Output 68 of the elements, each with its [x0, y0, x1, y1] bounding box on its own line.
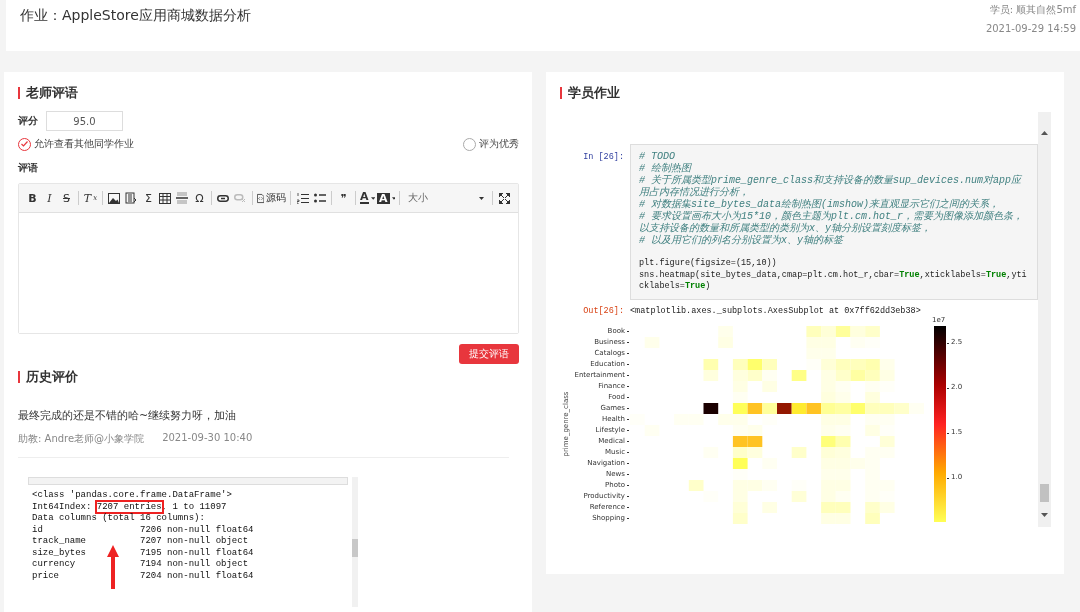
comment-label: 评语	[18, 161, 39, 175]
section-heading: 老师评语	[26, 84, 78, 102]
source-label: 源码	[266, 191, 287, 205]
code-comment: # 绘制热图	[639, 163, 693, 174]
caret-icon	[391, 196, 396, 200]
output-line: Data columns (total 16 columns):	[32, 513, 205, 525]
italic-button[interactable]: I	[42, 189, 57, 207]
background-color-button[interactable]: A	[377, 189, 396, 207]
code-comment: # 以及用它们的列名分别设置为x、y轴的标签	[639, 235, 845, 247]
allow-view-label: 允许查看其他同学作业	[34, 137, 134, 151]
media-icon[interactable]	[125, 192, 138, 204]
link-icon[interactable]	[217, 194, 230, 202]
output-line: track_name 7207 non-null object	[32, 536, 249, 548]
symbol-button[interactable]: ❞	[336, 189, 352, 207]
text-color-button[interactable]: A	[360, 189, 375, 207]
code-line: plt.figure(figsize=(15,10))	[639, 258, 778, 270]
section-heading: 学员作业	[568, 84, 620, 102]
excellent-label: 评为优秀	[479, 137, 519, 151]
source-button[interactable]: 源码	[256, 189, 287, 207]
assignment-title: 作业：AppleStore应用商城数据分析	[20, 7, 251, 25]
image-icon[interactable]	[108, 192, 121, 204]
code-cell[interactable]	[630, 144, 1038, 300]
output-line: <class 'pandas.core.frame.DataFrame'>	[32, 490, 232, 502]
size-select[interactable]: 大小	[404, 189, 489, 207]
output-line: id 7206 non-null float64	[32, 524, 254, 536]
submit-date: 2021-09-29 14:59	[985, 23, 1076, 34]
arrow-drawing	[107, 545, 119, 589]
output-text: <matplotlib.axes._subplots.AxesSubplot at 0x7ff62dd3eb38>	[630, 305, 921, 316]
scrollbar-thumb[interactable]	[1040, 484, 1049, 502]
code-comment: # 要求设置画布大小为15*10，颜色主题为plt.cm.hot_r，需要为图像添加颜色条，以支持设备的数量和所属类型的类别为x、y轴分别设置刻度标签，	[639, 211, 1025, 234]
symbol-button[interactable]: Ω	[191, 189, 207, 207]
scrollbar[interactable]	[352, 477, 358, 607]
section-heading: 历史评价	[26, 368, 78, 386]
heading-marker	[18, 371, 20, 383]
code-comment: # TODO	[639, 151, 676, 163]
heading-marker	[18, 87, 20, 99]
fullscreen-icon[interactable]	[499, 192, 511, 204]
input-prompt: In [26]:	[582, 151, 624, 164]
strikethrough-button[interactable]: S	[59, 189, 74, 207]
scrollbar-thumb[interactable]	[352, 539, 358, 557]
score-field[interactable]: 95.0	[46, 111, 123, 131]
output-line: price 7204 non-null float64	[32, 570, 254, 582]
student-name: 学员: 顺其自然5mf	[989, 3, 1076, 17]
ordered-list-icon[interactable]	[296, 192, 309, 204]
score-label: 评分	[18, 114, 38, 128]
bullet-list-icon[interactable]	[313, 193, 326, 203]
output-line: size_bytes 7195 non-null float64	[32, 547, 254, 559]
review-date: 2021-09-30 10:40	[162, 432, 253, 445]
submit-button[interactable]: 提交评语	[459, 344, 519, 364]
code-comment: # 关于所属类型prime_genre_class和支持设备的数量sup_devices.num对app应用占内存情况进行分析，	[639, 175, 1023, 198]
review-comment: 最终完成的还是不错的哈~继续努力呀，加油	[18, 408, 238, 423]
scroll-up-icon[interactable]	[1041, 131, 1048, 135]
review-author: 助教: Andre老师@小象学院	[18, 432, 145, 446]
output-prompt: Out[26]:	[582, 305, 624, 316]
scrollbar[interactable]	[1038, 112, 1051, 527]
heading-marker	[560, 87, 562, 99]
caret-icon	[370, 196, 375, 200]
symbol-button[interactable]: Σ	[140, 189, 156, 207]
table-icon[interactable]	[159, 192, 172, 204]
scroll-down-icon[interactable]	[1041, 513, 1048, 517]
bold-button[interactable]: B	[25, 189, 40, 207]
horizontal-rule-icon[interactable]	[176, 192, 189, 204]
file-code-icon	[256, 192, 265, 204]
output-line: Int64Index: 7207 entries, 1 to 11097	[32, 501, 227, 513]
caret-icon	[479, 196, 485, 200]
output-line: currency 7194 non-null object	[32, 559, 249, 571]
code-comment: # 对数据集site_bytes_data绘制热图(imshow)来直观显示它们之间的关系，	[639, 199, 1001, 211]
code-line: sns.heatmap(site_bytes_data,cmap=plt.cm.hot_r,cbar=True,xticklabels=True,yticklabels=True)	[639, 269, 1028, 293]
